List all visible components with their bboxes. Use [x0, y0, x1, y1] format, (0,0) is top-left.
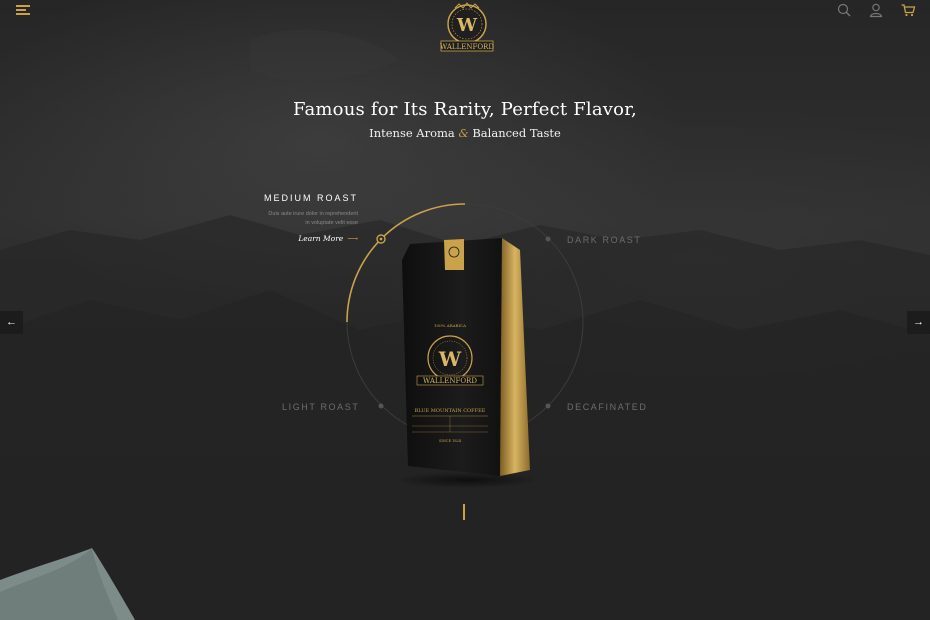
roast-marker-decaf[interactable] [545, 403, 551, 409]
bag-product-name: BLUE MOUNTAIN COFFEE [415, 408, 486, 414]
learn-more-label: Learn More [298, 234, 344, 243]
arrow-right-icon: ⟶ [347, 234, 358, 243]
bag-brand-text: WALLENFORD [423, 377, 477, 385]
svg-text:W: W [438, 347, 462, 371]
bag-top-text: 100% ARABICA [434, 323, 466, 328]
prev-slide-button[interactable]: ← [0, 311, 23, 334]
bag-est-text: SINCE 1824 [439, 439, 462, 443]
active-roast-description-line2: in voluptate velit esse [305, 220, 358, 226]
roast-marker-medium[interactable] [376, 234, 386, 244]
decorative-pillow-image [0, 548, 135, 620]
roast-option-decaf[interactable]: DECAFINATED [567, 402, 647, 412]
roast-option-dark[interactable]: DARK ROAST [567, 235, 642, 245]
coffee-bag-image: W WALLENFORD 100% ARABICA BLUE MOUNTAIN … [395, 238, 539, 488]
roast-option-light[interactable]: LIGHT ROAST [282, 402, 359, 412]
roast-marker-dark[interactable] [545, 236, 551, 242]
learn-more-link[interactable]: Learn More ⟶ [286, 234, 358, 243]
active-roast-description-line1: Duis aute irure dolor in reprehenderit [268, 211, 358, 217]
active-roast-title: MEDIUM ROAST [263, 193, 358, 203]
scroll-indicator [463, 504, 465, 520]
next-slide-button[interactable]: → [907, 311, 930, 334]
active-roast-description: Duis aute irure dolor in reprehenderit i… [240, 210, 358, 228]
roast-marker-light[interactable] [378, 403, 384, 409]
